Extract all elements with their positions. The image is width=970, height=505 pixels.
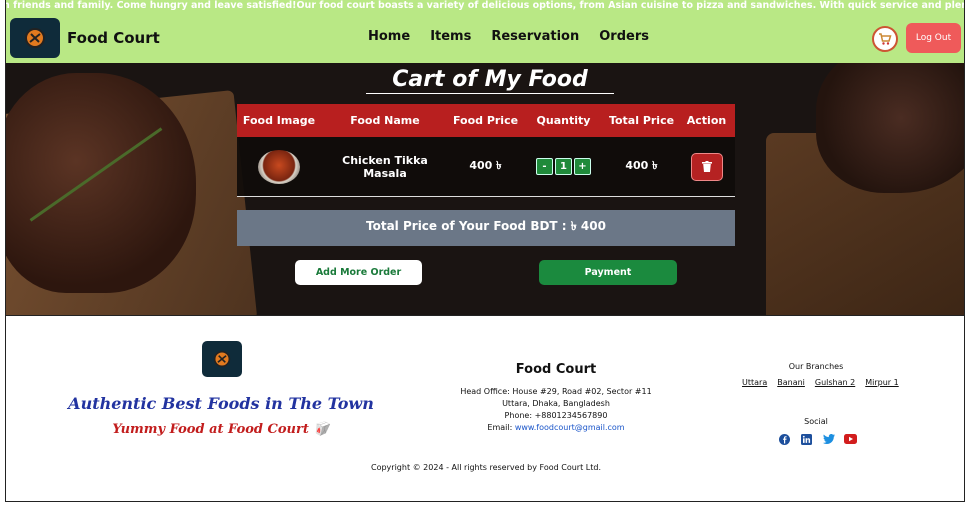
logout-button[interactable]: Log Out [906,23,961,53]
email-line: Email: www.foodcourt@gmail.com [446,422,666,434]
nav-items[interactable]: Items [430,29,471,44]
food-name: Chicken Tikka Masala [342,153,428,180]
table-row: Chicken Tikka Masala 400 ৳ - 1 + 400 ৳ [237,137,735,197]
header-food-image: Food Image [242,114,316,127]
cart-hero: Cart of My Food Food Image Food Name Foo… [6,63,964,316]
row-total-price: 400 ৳ [625,159,658,172]
food-price: 400 ৳ [469,159,502,172]
nav-reservation[interactable]: Reservation [491,29,579,44]
header-quantity: Quantity [536,114,591,127]
email-label: Email: [487,423,513,432]
branch-gulshan-link[interactable]: Gulshan 2 [815,378,855,387]
branch-mirpur-link[interactable]: Mirpur 1 [865,378,898,387]
branch-uttara-link[interactable]: Uttara [742,378,767,387]
footer-subtagline: Yummy Food at Food Court 🥡 [66,422,376,437]
decor-steak-right [816,63,964,193]
add-more-order-button[interactable]: Add More Order [295,260,422,285]
phone: Phone: +8801234567890 [504,411,608,420]
footer-address: Head Office: House #29, Road #02, Sector… [446,386,666,434]
subtagline-text: Yummy Food at Food Court [112,422,309,437]
food-emoji-icon: 🥡 [313,422,330,437]
email-link[interactable]: www.foodcourt@gmail.com [515,423,625,432]
main-nav: Home Items Reservation Orders [368,29,669,44]
food-image [258,149,300,184]
cart-icon [879,33,892,45]
branches-list: Uttara Banani Gulshan 2 Mirpur 1 [742,378,899,387]
facebook-icon[interactable] [778,433,791,445]
youtube-icon[interactable] [844,433,857,445]
header-action: Action [686,114,727,127]
branch-banani-link[interactable]: Banani [777,378,805,387]
nav-orders[interactable]: Orders [599,29,649,44]
payment-button[interactable]: Payment [539,260,677,285]
social-links [778,433,857,445]
head-office: Head Office: House #29, Road #02, Sector… [460,387,652,396]
linkedin-icon[interactable] [800,433,813,445]
header-total-price: Total Price [608,114,675,127]
page-frame: h friends and family. Come hungry and le… [5,0,965,502]
decor-steak-left [6,73,196,293]
header-food-price: Food Price [452,114,519,127]
copyright: Copyright © 2024 - All rights reserved b… [371,463,601,472]
footer-company-name: Food Court [515,362,597,377]
social-title: Social [804,417,828,426]
twitter-icon[interactable] [822,433,835,445]
footer-logo-icon [202,341,242,377]
nav-home[interactable]: Home [368,29,410,44]
header-food-name: Food Name [350,114,420,127]
cart-title: Cart of My Food [366,67,614,94]
increase-quantity-button[interactable]: + [574,158,591,175]
announcement-marquee: h friends and family. Come hungry and le… [6,0,964,13]
brand-name: Food Court [67,29,160,47]
trash-icon [701,161,712,172]
cart-button[interactable] [872,26,898,52]
delete-item-button[interactable] [690,152,723,181]
branches-title: Our Branches [788,362,844,371]
decrease-quantity-button[interactable]: - [536,158,553,175]
quantity-stepper: - 1 + [522,158,605,175]
cart-table-header: Food Image Food Name Food Price Quantity… [237,104,735,137]
logo-icon [10,18,60,58]
city: Uttara, Dhaka, Bangladesh [502,399,610,408]
footer: Authentic Best Foods in The Town Yummy F… [6,316,964,501]
footer-tagline: Authentic Best Foods in The Town [68,394,374,413]
cart-total-bar: Total Price of Your Food BDT : ৳ 400 [237,210,735,246]
navbar: h friends and family. Come hungry and le… [6,0,964,63]
marquee-text: h friends and family. Come hungry and le… [6,0,964,11]
brand[interactable]: Food Court [10,18,160,58]
quantity-value: 1 [555,158,572,175]
